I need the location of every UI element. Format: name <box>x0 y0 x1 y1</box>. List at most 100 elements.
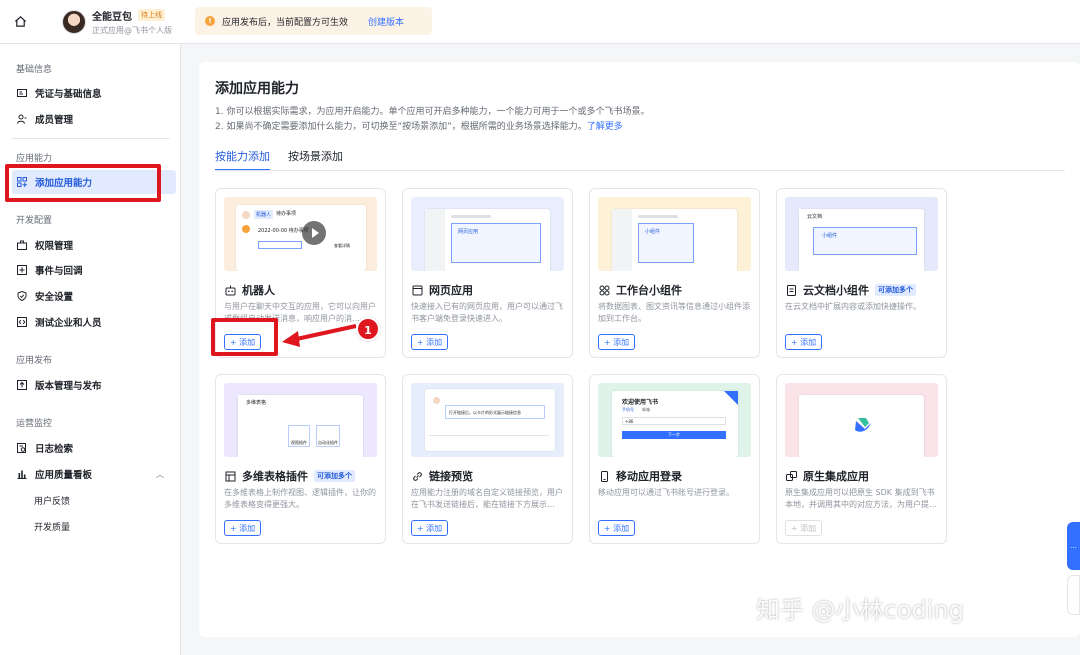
sidebar-item-label: 凭证与基础信息 <box>35 89 102 100</box>
sidebar-item-label: 版本管理与发布 <box>35 381 102 392</box>
feishu-logo-icon <box>855 418 871 432</box>
card-title: 多维表格插件 <box>242 470 308 483</box>
sidebar-item-test-tenant[interactable]: 测试企业和人员 <box>12 310 176 334</box>
bot-thumbnail: 机器人 待办事项 2022-00-00 待办事项 查看详情 <box>224 197 377 271</box>
briefcase-icon <box>17 240 27 250</box>
thumb-text: +86 <box>622 417 726 425</box>
doc-widget-thumbnail: 云文档 小组件 <box>785 197 938 271</box>
link-preview-thumbnail: 打开链接后，以卡片的形式展示链接信息 <box>411 383 564 457</box>
sidebar-item-label: 安全设置 <box>35 292 74 303</box>
thumb-text: 邮箱 <box>642 407 650 412</box>
capability-card-doc-widget[interactable]: 云文档 小组件 云文档小组件 可添加多个 在云文档中扩展内容或添加快捷操作。 +… <box>776 188 947 358</box>
log-search-icon <box>17 443 27 453</box>
thumb-text: 自动化插件 <box>316 425 340 447</box>
card-title: 网页应用 <box>429 284 473 297</box>
card-title: 云文档小组件 <box>803 284 869 297</box>
card-description: 快速接入已有的网页应用，用户可以通过飞书客户端免登录快速进入。 <box>411 302 563 323</box>
card-description: 在云文档中扩展内容或添加快捷操作。 <box>785 302 921 311</box>
description-2-text: 2. 如果尚不确定需要添加什么能力，可切换至“按场景添加”，根据所需的业务场景选… <box>215 122 587 132</box>
highlight-box-sidebar <box>5 164 161 202</box>
section-basic-info: 基础信息 <box>16 65 53 75</box>
sidebar-item-label: 成员管理 <box>35 115 74 126</box>
description-2: 2. 如果尚不确定需要添加什么能力，可切换至“按场景添加”，根据所需的业务场景选… <box>215 119 623 132</box>
sidebar-item-label: 测试企业和人员 <box>35 318 102 329</box>
id-card-icon <box>17 88 27 98</box>
app-subtitle: 正式应用@飞书个人版 <box>92 25 172 35</box>
sidebar-item-quality[interactable]: 应用质量看板 <box>12 462 176 486</box>
sidebar-subitem-dev-quality[interactable]: 开发质量 <box>34 520 70 533</box>
event-icon <box>17 265 27 275</box>
create-version-link[interactable]: 创建版本 <box>368 15 404 28</box>
web-app-icon <box>411 284 423 296</box>
add-link-preview-button[interactable]: + 添加 <box>411 520 448 536</box>
floating-side-button[interactable] <box>1067 575 1080 615</box>
sidebar-subitem-feedback[interactable]: 用户反馈 <box>34 494 70 507</box>
card-title: 工作台小组件 <box>616 284 682 297</box>
watermark: 知乎 @小林coding <box>756 596 964 624</box>
add-web-app-button[interactable]: + 添加 <box>411 334 448 350</box>
notice-text: 应用发布后，当前配置方可生效 <box>222 17 349 28</box>
warning-icon: ! <box>205 16 215 26</box>
chevron-up-icon[interactable]: ︿ <box>156 469 164 480</box>
top-bar: 全能豆包 待上线 正式应用@飞书个人版 ! 应用发布后，当前配置方可生效 创建版… <box>0 0 1080 44</box>
bar-chart-icon <box>17 469 27 479</box>
thumb-text: 欢迎使用飞书 <box>622 399 659 406</box>
add-native-app-button: + 添加 <box>785 520 822 536</box>
sidebar-item-versions[interactable]: 版本管理与发布 <box>12 373 176 397</box>
card-description: 在多维表格上制作视图、逻辑插件，让你的多维表格变得更强大。 <box>224 488 376 509</box>
tab-bar: 按能力添加 按场景添加 <box>215 148 343 171</box>
learn-more-link[interactable]: 了解更多 <box>587 122 623 132</box>
section-release: 应用发布 <box>16 356 53 366</box>
mobile-icon <box>598 470 610 482</box>
add-doc-widget-button[interactable]: + 添加 <box>785 334 822 350</box>
thumb-text: 待办事项 <box>276 211 297 217</box>
app-name: 全能豆包 <box>92 11 132 23</box>
floating-help-button[interactable]: … <box>1067 522 1080 570</box>
add-workplace-widget-button[interactable]: + 添加 <box>598 334 635 350</box>
section-capability: 应用能力 <box>16 154 53 164</box>
description-1: 1. 你可以根据实际需求，为应用开启能力。单个应用可开启多种能力，一个能力可用于… <box>215 107 650 117</box>
multi-badge: 可添加多个 <box>314 470 355 482</box>
card-title: 机器人 <box>242 284 275 297</box>
multi-badge: 可添加多个 <box>875 284 916 296</box>
sidebar: 基础信息 凭证与基础信息 成员管理 应用能力 添加应用能力 开发配置 权限管理 … <box>0 44 181 655</box>
sidebar-item-events[interactable]: 事件与回调 <box>12 258 176 282</box>
release-notice: ! 应用发布后，当前配置方可生效 创建版本 <box>195 7 432 35</box>
thumb-text: 小组件 <box>645 229 661 235</box>
thumb-text: 查看详情 <box>334 243 350 248</box>
sidebar-item-permissions[interactable]: 权限管理 <box>12 233 176 257</box>
tab-by-capability[interactable]: 按能力添加 <box>215 148 270 171</box>
tab-by-scenario[interactable]: 按场景添加 <box>288 148 343 171</box>
card-description: 将数据图表、图文资讯等信息通过小组件添加到工作台。 <box>598 302 750 323</box>
robot-icon <box>224 284 236 296</box>
sidebar-item-security[interactable]: 安全设置 <box>12 284 176 308</box>
sidebar-item-logs[interactable]: 日志检索 <box>12 436 176 460</box>
capability-card-web-app[interactable]: 网页应用 网页应用 快速接入已有的网页应用，用户可以通过飞书客户端免登录快速进入… <box>402 188 573 358</box>
code-icon <box>17 317 27 327</box>
home-icon <box>14 16 26 27</box>
add-mobile-login-button[interactable]: + 添加 <box>598 520 635 536</box>
home-button[interactable] <box>0 0 40 44</box>
play-icon <box>302 221 326 245</box>
app-identity[interactable]: 全能豆包 待上线 正式应用@飞书个人版 <box>62 8 172 36</box>
thumb-text: 打开链接后，以卡片的形式展示链接信息 <box>445 405 545 419</box>
capability-card-native-app[interactable]: 原生集成应用 原生集成应用可以把原生 SDK 集成到飞书本地，并调用其中的对应方… <box>776 374 947 544</box>
web-app-thumbnail: 网页应用 <box>411 197 564 271</box>
sidebar-item-label: 应用质量看板 <box>35 470 93 481</box>
add-bitable-plugin-button[interactable]: + 添加 <box>224 520 261 536</box>
card-title: 原生集成应用 <box>803 470 869 483</box>
capability-card-mobile-login[interactable]: 欢迎使用飞书 手机号 邮箱 +86 下一步 移动应用登录 移动应用可以通过飞书账… <box>589 374 760 544</box>
card-title: 链接预览 <box>429 470 473 483</box>
capability-card-workplace-widget[interactable]: 小组件 工作台小组件 将数据图表、图文资讯等信息通过小组件添加到工作台。 + 添… <box>589 188 760 358</box>
card-description: 原生集成应用可以把原生 SDK 集成到飞书本地，并调用其中的对应方法，为用户提… <box>785 488 937 509</box>
card-description: 移动应用可以通过飞书账号进行登录。 <box>598 488 734 497</box>
divider <box>12 138 170 139</box>
capability-card-bitable-plugin[interactable]: 多维表格 视图插件 自动化插件 多维表格插件 可添加多个 在多维表格上制作视图、… <box>215 374 386 544</box>
sidebar-item-label: 权限管理 <box>35 241 74 252</box>
thumb-text: 小组件 <box>822 233 838 239</box>
sidebar-item-members[interactable]: 成员管理 <box>12 107 176 131</box>
step-number-badge: 1 <box>356 317 380 341</box>
capability-card-link-preview[interactable]: 打开链接后，以卡片的形式展示链接信息 链接预览 应用能力注册的域名自定义链接预览… <box>402 374 573 544</box>
section-ops: 运营监控 <box>16 419 53 429</box>
sidebar-item-credentials[interactable]: 凭证与基础信息 <box>12 81 176 105</box>
